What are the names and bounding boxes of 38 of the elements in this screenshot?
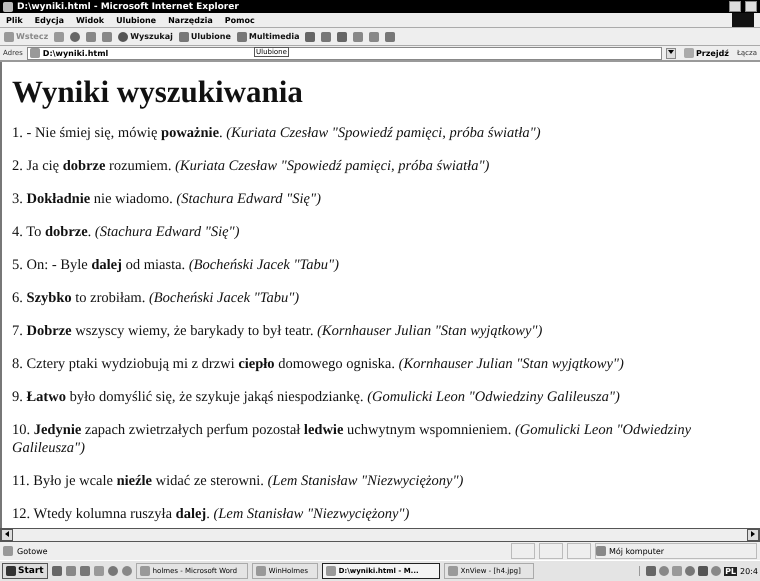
maximize-button[interactable] bbox=[745, 1, 757, 12]
menu-item[interactable]: Pomoc bbox=[224, 16, 255, 24]
result-line: 8. Cztery ptaki wydziobują mi z drzwi ciepło domowego ogniska. (Kornhauser Julian "Stan wyjątkowy") bbox=[12, 355, 625, 373]
favorites-button[interactable]: Ulubione bbox=[178, 32, 231, 42]
result-line: 1. - Nie śmiej się, mówię poważnie. (Kuriata Czesław "Spowiedź pamięci, próba światła") bbox=[12, 124, 542, 142]
menu-item[interactable]: Plik bbox=[6, 16, 23, 24]
page-heading: Wyniki wyszukiwania bbox=[12, 74, 304, 110]
result-line: 11. Było je wcale nieźle widać ze sterowni. (Lem Stanisław "Niezwyciężony") bbox=[12, 472, 464, 490]
status-text: Gotowe bbox=[17, 546, 49, 556]
scroll-right-button[interactable] bbox=[747, 529, 759, 541]
clock: 20:4 bbox=[740, 566, 758, 576]
status-pane bbox=[567, 543, 591, 559]
result-line: 10. Jedynie zapach zwietrzałych perfum pozostał ledwie uchwytnym wspomnieniem. (Gomulicki Leon "Odwiedziny Galileusza") bbox=[12, 421, 692, 457]
result-line: 3. Dokładnie nie wiadomo. (Stachura Edward "Się") bbox=[12, 190, 322, 208]
search-button[interactable]: Wyszukaj bbox=[118, 32, 173, 42]
result-line: 6. Szybko to zrobiłam. (Bocheński Jacek "Tabu") bbox=[12, 289, 300, 307]
result-line: 7. Dobrze wszyscy wiemy, że barykady to był teatr. (Kornhauser Julian "Stan wyjątkowy") bbox=[12, 322, 544, 340]
minimize-button[interactable] bbox=[729, 1, 741, 12]
scroll-left-button[interactable] bbox=[1, 529, 13, 541]
menu-item[interactable]: Narzędzia bbox=[168, 16, 213, 24]
result-line: 9. Łatwo było domyślić się, że szykuje jakąś niespodziankę. (Gomulicki Leon "Odwiedziny Galileusza") bbox=[12, 388, 621, 406]
start-button[interactable]: Start bbox=[2, 563, 48, 579]
dropdown-button[interactable] bbox=[666, 48, 676, 58]
menu-item[interactable]: Ulubione bbox=[116, 16, 156, 24]
result-line: 2. Ja cię dobrze rozumiem. (Kuriata Czesław "Spowiedź pamięci, próba światła") bbox=[12, 157, 490, 175]
status-pane bbox=[511, 543, 535, 559]
horizontal-scrollbar[interactable] bbox=[0, 528, 760, 542]
go-button[interactable]: Przejdź bbox=[680, 48, 733, 58]
result-line: 12. Wtedy kolumna ruszyła dalej. (Lem Stanisław "Niezwyciężony") bbox=[12, 505, 410, 523]
menu-item[interactable]: Widok bbox=[76, 16, 104, 24]
menu-item[interactable]: Edycja bbox=[34, 16, 64, 24]
media-button[interactable]: Multimedia bbox=[236, 32, 300, 42]
result-line: 5. On: - Byle dalej od miasta. (Bocheński Jacek "Tabu") bbox=[12, 256, 340, 274]
result-line: 4. To dobrze. (Stachura Edward "Się") bbox=[12, 223, 240, 241]
language-indicator[interactable]: PL bbox=[724, 566, 738, 576]
zone-indicator: Mój komputer bbox=[595, 543, 757, 559]
status-pane bbox=[539, 543, 563, 559]
window-title: D:\wyniki.html - Microsoft Internet Explorer bbox=[17, 2, 240, 12]
